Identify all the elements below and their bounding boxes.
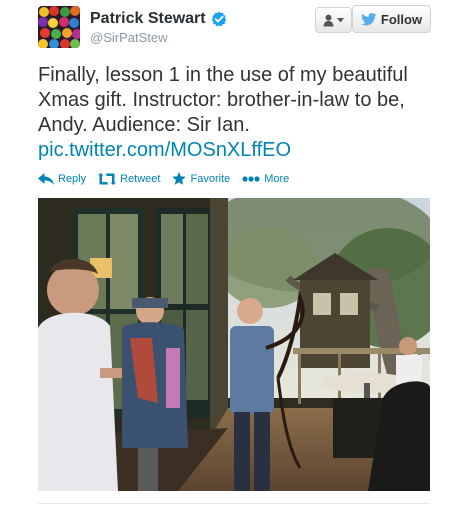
- retweet-action[interactable]: Retweet: [98, 172, 161, 185]
- favorite-label: Favorite: [190, 172, 231, 185]
- retweet-icon: [98, 172, 117, 185]
- reply-arrow-icon: [38, 172, 54, 185]
- user-fullname[interactable]: Patrick Stewart: [90, 10, 206, 28]
- tweet-text-line: Finally, lesson 1 in the use of my beaut…: [38, 64, 408, 86]
- favorite-action[interactable]: Favorite: [172, 172, 230, 185]
- caret-down-icon: [337, 17, 344, 22]
- name-row: Patrick Stewart: [90, 10, 227, 28]
- reply-label: Reply: [58, 172, 87, 185]
- user-actions-dropdown[interactable]: [315, 7, 352, 33]
- user-handle[interactable]: @SirPatStew: [90, 30, 227, 45]
- twitter-bird-icon: [361, 12, 377, 25]
- tweet-photo[interactable]: [38, 198, 430, 491]
- retweet-label: Retweet: [120, 172, 161, 185]
- verified-badge-icon: [211, 11, 226, 27]
- more-action[interactable]: More: [242, 173, 289, 185]
- ellipsis-icon: [242, 175, 260, 182]
- tweet-media-link[interactable]: pic.twitter.com/MOSnXLffEO: [38, 138, 291, 163]
- avatar[interactable]: [38, 6, 80, 48]
- person-icon: [323, 14, 334, 26]
- tweet-text-line: Andy. Audience: Sir Ian.: [38, 114, 250, 136]
- tweet-actions: Reply Retweet Favorite More: [38, 172, 289, 185]
- follow-button-label: Follow: [380, 11, 423, 27]
- more-label: More: [264, 172, 290, 185]
- star-icon: [172, 172, 187, 185]
- reply-action[interactable]: Reply: [38, 172, 87, 185]
- tweet-text: Finally, lesson 1 in the use of my beaut…: [38, 63, 438, 138]
- tweet-text-line: Xmas gift. Instructor: brother-in-law to…: [38, 89, 405, 111]
- tweet-card: Patrick Stewart @SirPatStew Follow Final…: [0, 0, 460, 505]
- divider: [38, 503, 430, 504]
- user-info: Patrick Stewart @SirPatStew: [90, 10, 227, 45]
- follow-button[interactable]: Follow: [352, 5, 431, 33]
